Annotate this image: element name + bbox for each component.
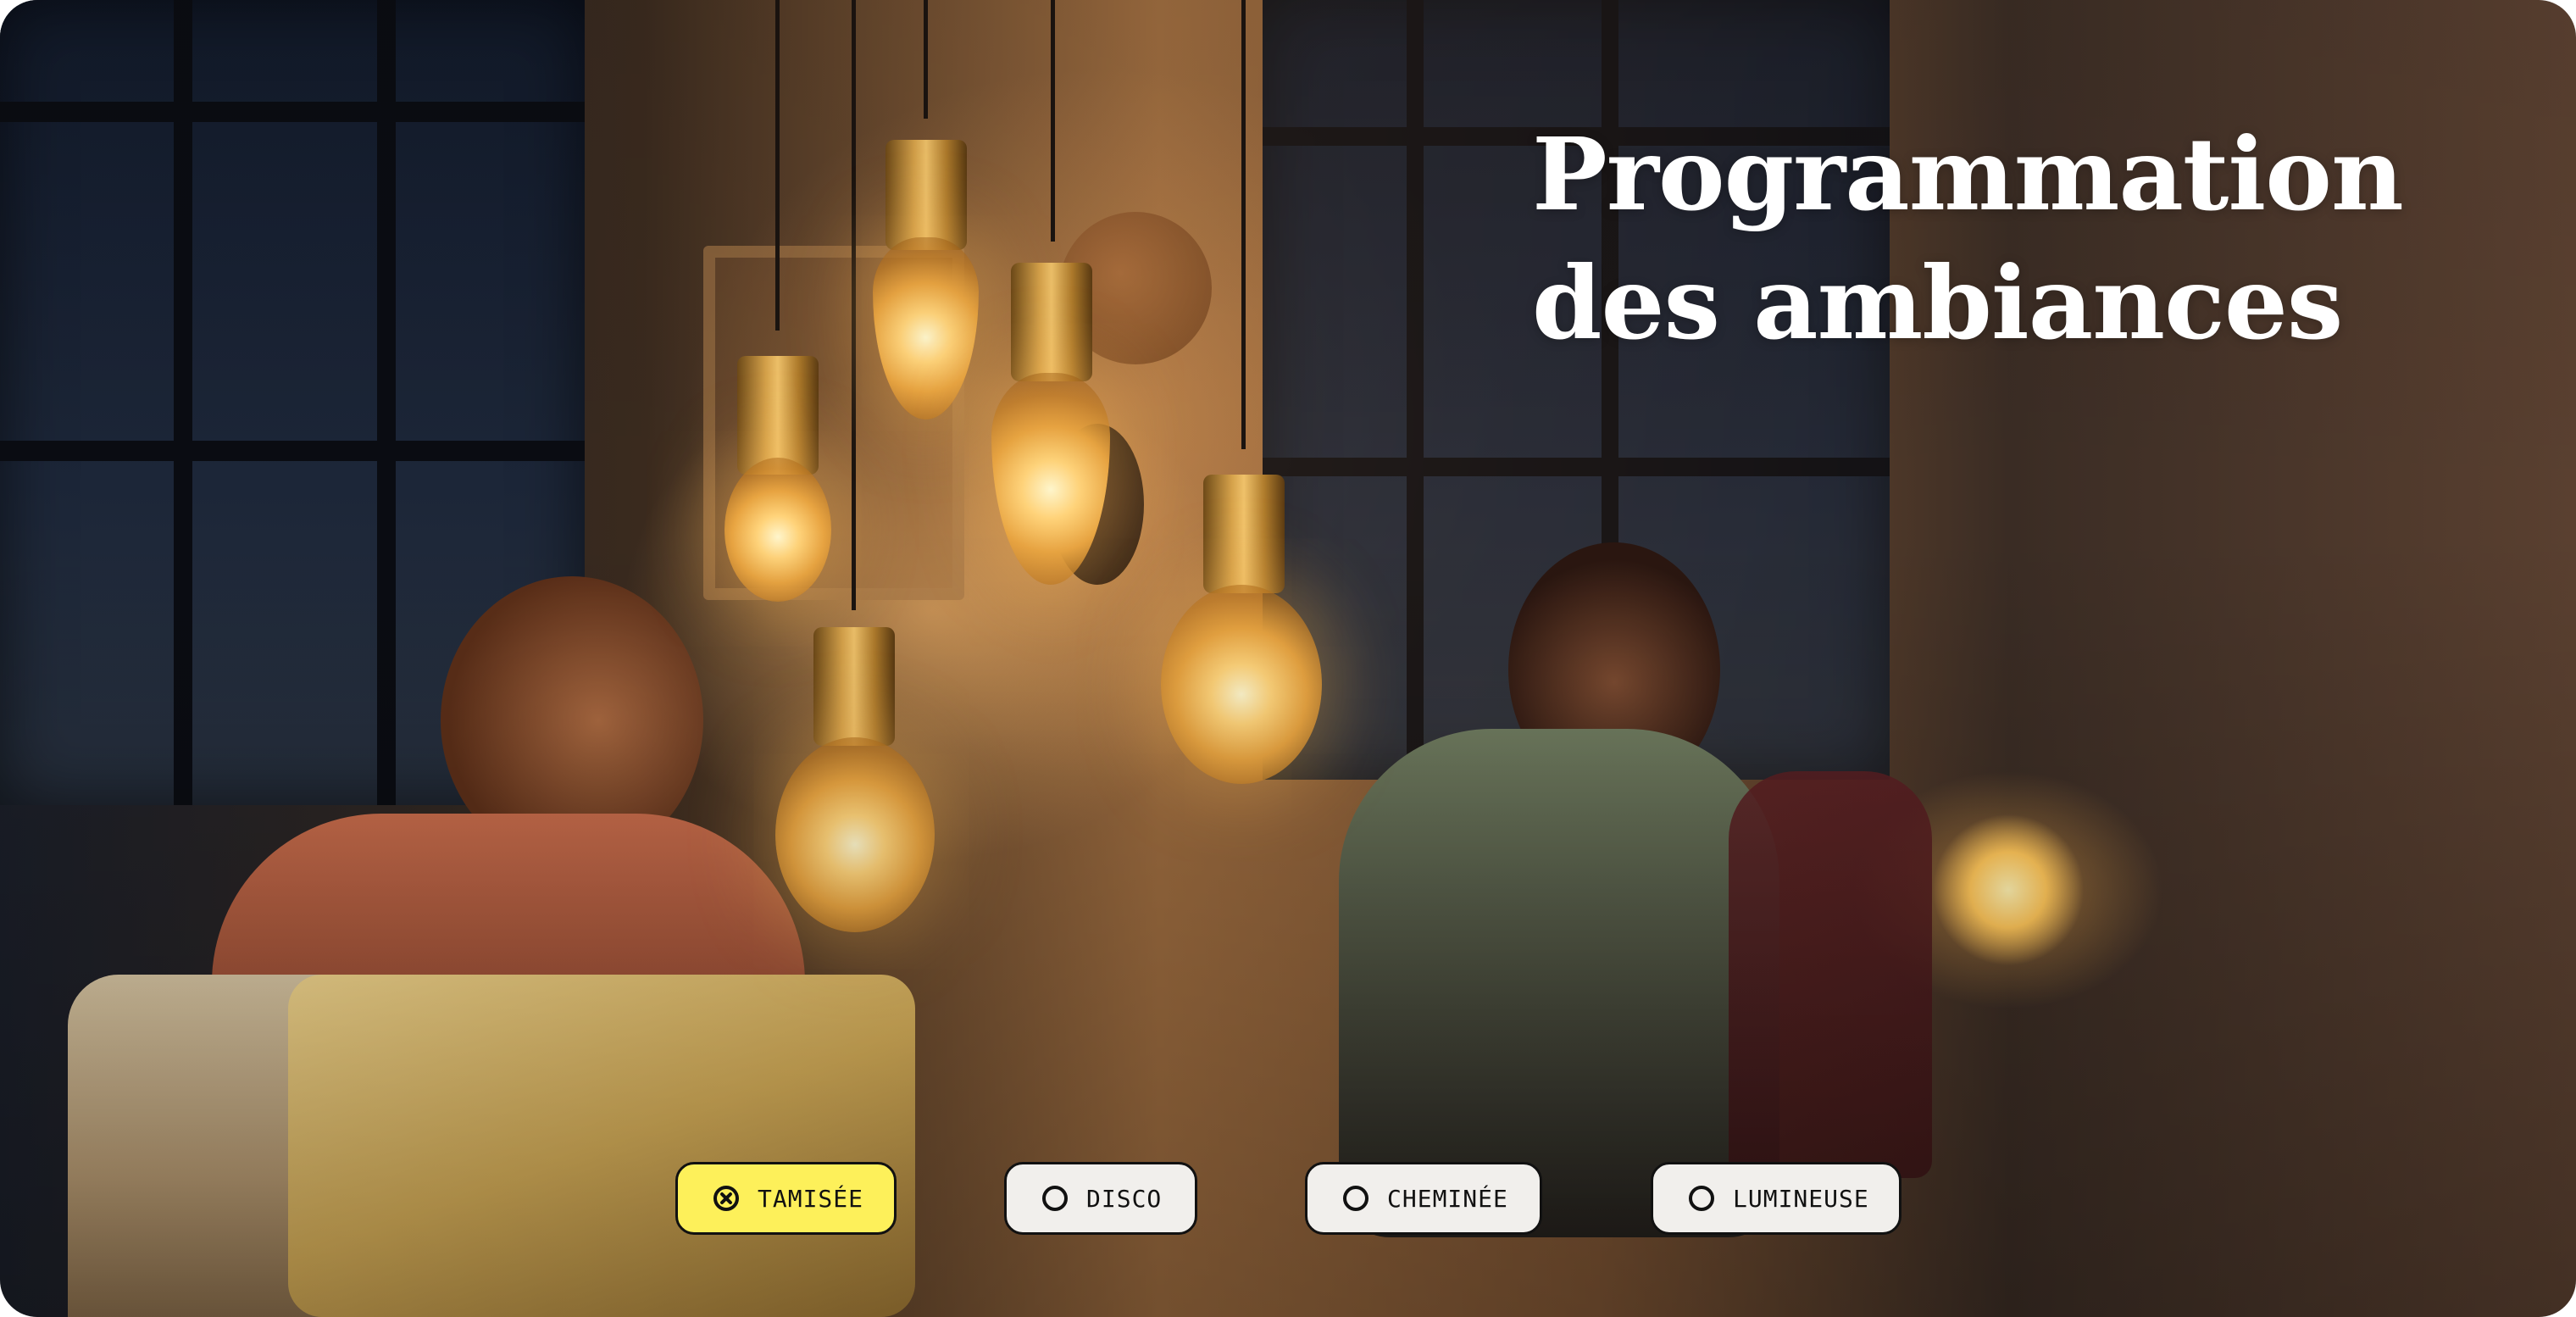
mode-label: DISCO: [1086, 1184, 1163, 1213]
mode-label: LUMINEUSE: [1733, 1184, 1869, 1213]
title-line-1: Programmation: [1532, 115, 2404, 233]
radio-checked-icon: [713, 1186, 739, 1211]
hero-banner: Programmation des ambiances TAMISÉE DISC…: [0, 0, 2576, 1317]
title-line-2: des ambiances: [1532, 244, 2343, 362]
mode-button-lumineuse[interactable]: LUMINEUSE: [1651, 1162, 1901, 1235]
mode-label: CHEMINÉE: [1387, 1184, 1508, 1213]
page-title: Programmation des ambiances: [1532, 110, 2507, 368]
radio-unchecked-icon: [1343, 1186, 1368, 1211]
radio-unchecked-icon: [1042, 1186, 1068, 1211]
radio-unchecked-icon: [1689, 1186, 1714, 1211]
mode-button-disco[interactable]: DISCO: [1004, 1162, 1197, 1235]
mode-label: TAMISÉE: [758, 1184, 864, 1213]
mode-button-tamisee[interactable]: TAMISÉE: [675, 1162, 897, 1235]
mode-button-cheminee[interactable]: CHEMINÉE: [1305, 1162, 1542, 1235]
